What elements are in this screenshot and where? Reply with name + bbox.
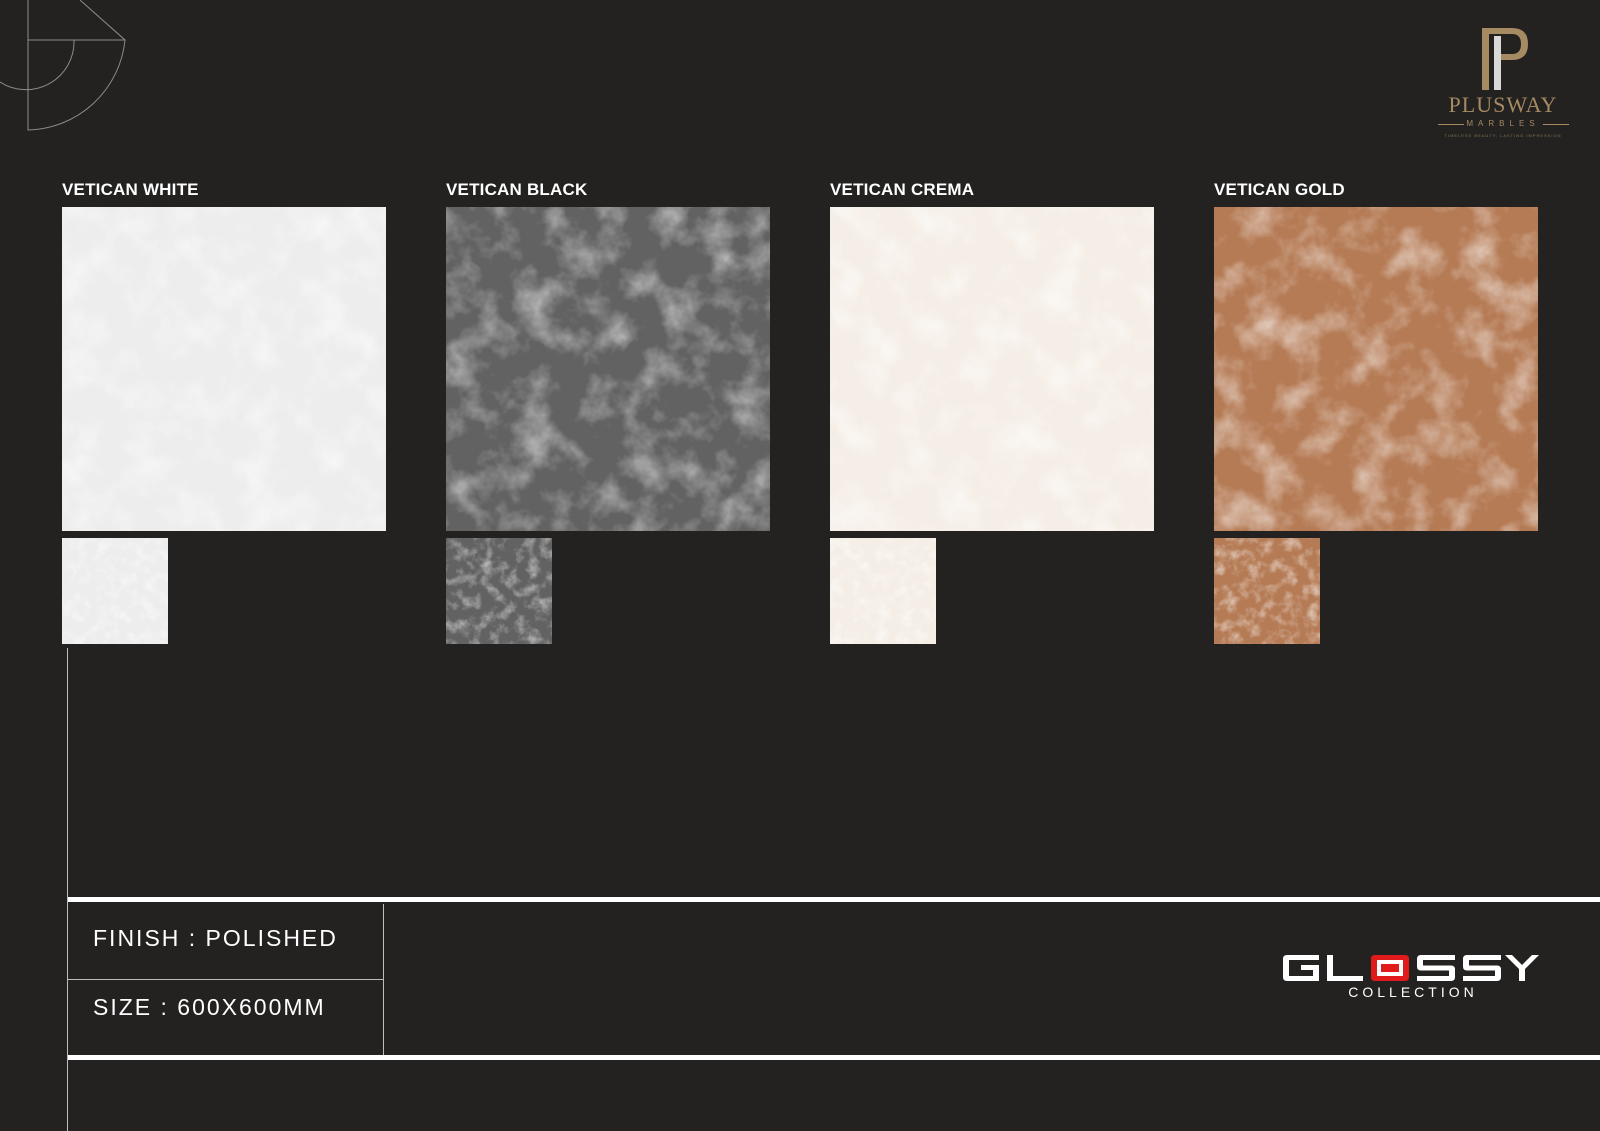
tile-title: VETICAN BLACK	[446, 180, 588, 199]
tile-card-crema: VETICAN CREMA	[830, 178, 1160, 644]
marble-texture	[1214, 207, 1538, 531]
tile-large-swatch	[830, 207, 1154, 531]
brand-tagline: TIMELESS BEAUTY, LASTING IMPRESSION	[1444, 133, 1562, 138]
tile-card-black: VETICAN BLACK	[446, 178, 776, 644]
tile-small-swatch	[62, 538, 168, 644]
tile-title: VETICAN GOLD	[1214, 180, 1345, 199]
brand-divider	[1543, 124, 1569, 125]
spec-row-divider	[68, 979, 384, 980]
spec-panel-top-rule	[68, 897, 1600, 902]
corner-arc-decoration	[0, 0, 126, 131]
collection-label: COLLECTION	[1348, 984, 1478, 1000]
marble-texture	[446, 207, 770, 531]
marble-texture	[830, 207, 1154, 531]
tile-card-gold: VETICAN GOLD	[1214, 178, 1544, 644]
tile-large-swatch	[1214, 207, 1538, 531]
marble-texture	[62, 207, 386, 531]
marble-texture	[830, 538, 936, 644]
tile-title: VETICAN WHITE	[62, 180, 199, 199]
glossy-wordmark-icon	[1283, 955, 1539, 981]
glossy-collection-logo: COLLECTION	[1283, 955, 1539, 1001]
plusway-monogram-icon	[1482, 28, 1528, 90]
brand-logo: PLUSWAY MARBLES TIMELESS BEAUTY, LASTING…	[1428, 20, 1578, 146]
tile-card-white: VETICAN WHITE	[62, 178, 392, 644]
tile-large-swatch	[446, 207, 770, 531]
size-spec: SIZE : 600X600MM	[93, 994, 326, 1020]
tile-small-swatch	[830, 538, 936, 644]
brand-name: PLUSWAY	[1448, 92, 1558, 117]
marble-texture	[1214, 538, 1320, 644]
spec-panel-bottom-rule	[68, 1055, 1600, 1060]
finish-spec: FINISH : POLISHED	[93, 925, 338, 951]
tile-title: VETICAN CREMA	[830, 180, 975, 199]
tile-small-swatch	[446, 538, 552, 644]
marble-texture	[62, 538, 168, 644]
marble-texture	[446, 538, 552, 644]
tile-small-swatch	[1214, 538, 1320, 644]
tile-large-swatch	[62, 207, 386, 531]
